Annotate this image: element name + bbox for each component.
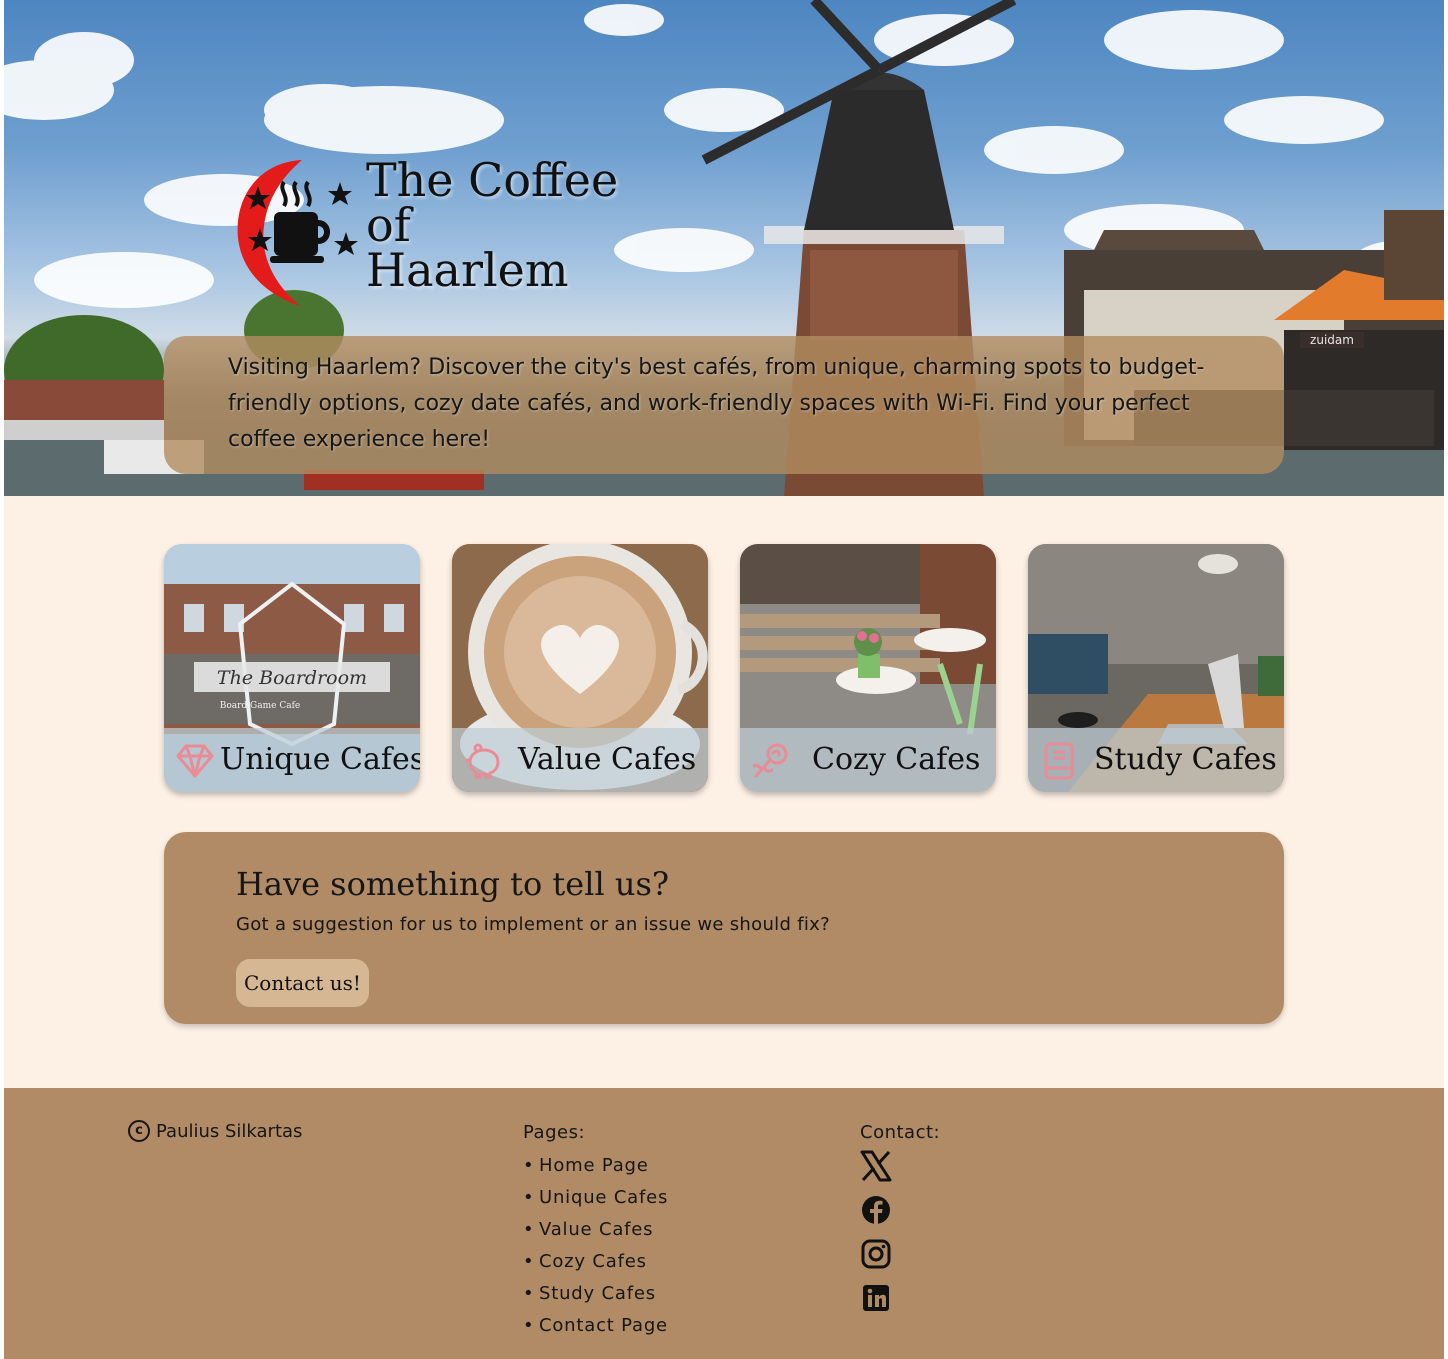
piggy-bank-icon — [466, 743, 500, 779]
card-title: Study Cafes — [1094, 742, 1277, 777]
instagram-icon[interactable] — [860, 1238, 892, 1270]
card-label-bar: Unique Cafes — [164, 728, 420, 792]
card-cozy-cafes[interactable]: Cozy Cafes — [740, 544, 996, 792]
footer-link-home-page[interactable]: Home Page — [539, 1155, 649, 1176]
card-title: Value Cafes — [518, 742, 697, 777]
boardroom-sign: The Boardroom — [217, 667, 367, 689]
list-item: Contact Page — [523, 1310, 668, 1342]
copyright: c Paulius Silkartas — [128, 1120, 302, 1142]
shop-sign: zuidam — [1310, 333, 1354, 347]
x-icon[interactable] — [860, 1150, 892, 1182]
linkedin-icon[interactable] — [860, 1282, 892, 1314]
diamond-icon — [176, 744, 214, 778]
copyright-icon: c — [128, 1120, 150, 1142]
contact-us-button[interactable]: Contact us! — [236, 959, 369, 1007]
footer-link-cozy-cafes[interactable]: Cozy Cafes — [539, 1251, 647, 1272]
card-label-bar: Value Cafes — [452, 728, 708, 792]
list-item: Unique Cafes — [523, 1182, 668, 1214]
intro-text: Visiting Haarlem? Discover the city's be… — [228, 355, 1205, 452]
card-label-bar: Cozy Cafes — [740, 728, 996, 792]
footer-link-unique-cafes[interactable]: Unique Cafes — [539, 1187, 668, 1208]
feedback-panel: Have something to tell us? Got a suggest… — [164, 832, 1284, 1024]
footer-link-contact-page[interactable]: Contact Page — [539, 1315, 668, 1336]
list-item: Cozy Cafes — [523, 1246, 668, 1278]
pages-list: Home Page Unique Cafes Value Cafes Cozy … — [523, 1150, 668, 1342]
feedback-text: Got a suggestion for us to implement or … — [236, 914, 830, 935]
list-item: Home Page — [523, 1150, 668, 1182]
intro-panel: Visiting Haarlem? Discover the city's be… — [164, 336, 1284, 474]
card-unique-cafes[interactable]: The Boardroom Board Game Cafe Unique Caf… — [164, 544, 420, 792]
card-value-cafes[interactable]: Value Cafes — [452, 544, 708, 792]
rose-icon — [752, 743, 788, 778]
contact-heading: Contact: — [860, 1122, 941, 1143]
site-title: The Coffee of Haarlem — [366, 153, 619, 297]
site-logo[interactable] — [230, 156, 360, 308]
footer-link-study-cafes[interactable]: Study Cafes — [539, 1283, 656, 1304]
copyright-name: Paulius Silkartas — [156, 1120, 303, 1142]
card-title: Cozy Cafes — [812, 742, 981, 777]
boardroom-sign-sub: Board Game Cafe — [220, 701, 301, 711]
social-links — [860, 1150, 892, 1326]
card-title: Unique Cafes — [220, 742, 420, 777]
book-icon — [1044, 742, 1074, 780]
facebook-icon[interactable] — [860, 1194, 892, 1226]
hero-banner: zuidam The Coffee of Haarlem Visiting Ha… — [4, 0, 1444, 496]
footer: c Paulius Silkartas Pages: Home Page Uni… — [4, 1088, 1444, 1359]
card-label-bar: Study Cafes — [1028, 728, 1284, 792]
list-item: Study Cafes — [523, 1278, 668, 1310]
card-study-cafes[interactable]: Study Cafes — [1028, 544, 1284, 792]
list-item: Value Cafes — [523, 1214, 668, 1246]
page: zuidam The Coffee of Haarlem Visiting Ha… — [4, 0, 1444, 1359]
feedback-heading: Have something to tell us? — [236, 865, 670, 903]
footer-link-value-cafes[interactable]: Value Cafes — [539, 1219, 653, 1240]
pages-heading: Pages: — [523, 1122, 586, 1143]
